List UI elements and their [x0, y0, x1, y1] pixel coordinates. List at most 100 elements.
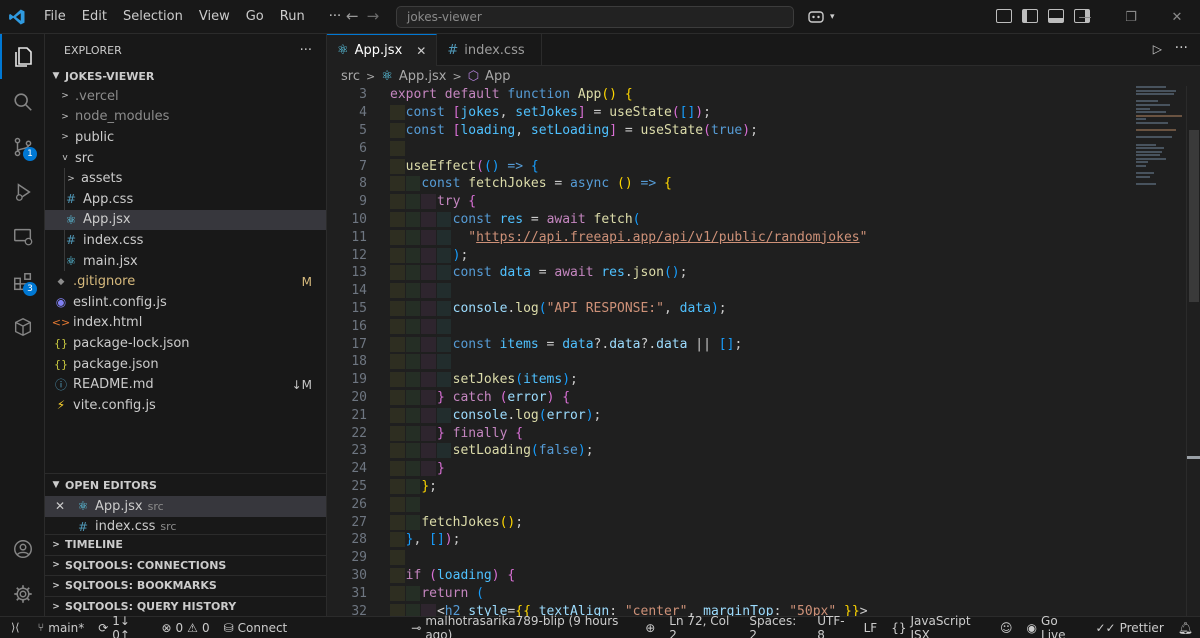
encoding[interactable]: UTF-8 [810, 614, 856, 638]
breadcrumb-symbol[interactable]: App [485, 69, 510, 84]
tree-item-vite-config[interactable]: ⚡ vite.config.js [45, 395, 326, 416]
line-number: 28 [351, 532, 367, 548]
tree-item-node-modules[interactable]: > node_modules [45, 107, 326, 128]
prettier-status[interactable]: ✓✓ Prettier [1089, 617, 1171, 638]
menu-view[interactable]: View [191, 9, 238, 24]
search-activity[interactable] [0, 79, 45, 124]
code-line: 6 [327, 139, 1200, 157]
close-icon[interactable]: ✕ [55, 499, 71, 513]
react-icon: ⚛ [337, 43, 349, 58]
run-debug-activity[interactable] [0, 169, 45, 214]
close-icon[interactable]: ✕ [416, 44, 426, 58]
explorer-activity[interactable] [0, 34, 45, 79]
indentation[interactable]: Spaces: 2 [742, 614, 810, 638]
css-hash-icon: # [447, 42, 459, 58]
project-header[interactable]: ▼ JOKES-VIEWER [45, 66, 326, 86]
menu-run[interactable]: Run [272, 9, 313, 24]
info-icon: ⓘ [54, 378, 67, 393]
tree-item-eslint-config[interactable]: ◉ eslint.config.js [45, 292, 326, 313]
close-window-icon[interactable]: ✕ [1154, 0, 1200, 34]
tree-item-main-jsx[interactable]: ⚛ main.jsx [45, 251, 326, 272]
menu-go[interactable]: Go [238, 9, 272, 24]
tree-item-assets[interactable]: > assets [45, 168, 326, 189]
sync-status[interactable]: ⟳ 1↓ 0↑ [91, 614, 154, 638]
copilot-icon: ☺ [1000, 620, 1013, 635]
forward-arrow-icon[interactable]: → [367, 7, 380, 25]
explorer-more-button[interactable]: ··· [300, 43, 312, 58]
tree-item-package-lock[interactable]: {} package-lock.json [45, 333, 326, 354]
tree-item-index-css[interactable]: # index.css [45, 230, 326, 251]
tree-item-vercel[interactable]: > .vercel [45, 86, 326, 107]
run-debug-icon [15, 182, 31, 201]
line-number: 24 [351, 461, 367, 477]
search-icon [13, 92, 32, 111]
command-center-search[interactable]: jokes-viewer [396, 6, 794, 28]
editor-scrollbar[interactable] [1186, 86, 1200, 616]
menu-file[interactable]: File [36, 9, 74, 24]
run-icon[interactable]: ▷ [1153, 42, 1162, 56]
breadcrumb-file[interactable]: App.jsx [399, 69, 447, 84]
back-arrow-icon[interactable]: ← [346, 7, 359, 25]
branch-label: main* [48, 620, 85, 635]
sqltools-bookmarks-header[interactable]: > SQLTOOLS: BOOKMARKS [45, 575, 326, 596]
manage-activity[interactable] [0, 571, 45, 616]
end-of-line[interactable]: LF [857, 617, 885, 638]
css-hash-icon: # [65, 233, 77, 248]
code-editor[interactable]: 3 export default function App() { 4 const… [327, 86, 1200, 616]
remote-indicator[interactable]: ⟩⟨ [0, 617, 31, 638]
tree-item-index-html[interactable]: <> index.html [45, 313, 326, 334]
tab-app-jsx[interactable]: ⚛ App.jsx ✕ [327, 34, 438, 66]
open-editor-app-jsx[interactable]: ✕ ⚛ App.jsx src [45, 496, 326, 517]
timeline-header[interactable]: > TIMELINE [45, 534, 326, 555]
zoom-icon: ⊕ [645, 620, 656, 635]
minimize-icon[interactable]: — [1062, 0, 1108, 34]
go-live-status[interactable]: ◉ Go Live [1020, 614, 1089, 638]
breadcrumb-src[interactable]: src [341, 69, 360, 84]
database-activity[interactable] [0, 304, 45, 349]
problems-status[interactable]: ⊗ 0 ⚠ 0 [154, 617, 216, 638]
connect-status[interactable]: ⛁ Connect [217, 617, 295, 638]
code-line: 27 fetchJokes(); [327, 513, 1200, 531]
sqltools-query-history-header[interactable]: > SQLTOOLS: QUERY HISTORY [45, 595, 326, 617]
restore-icon[interactable]: ❐ [1108, 0, 1154, 34]
code-line: 14 [327, 282, 1200, 300]
copilot-menu[interactable]: ▾ [808, 6, 852, 28]
tree-item-app-css[interactable]: # App.css [45, 189, 326, 210]
notifications-status[interactable]: 🔔︎ [1171, 617, 1200, 638]
toggle-sidebar-icon[interactable] [1022, 9, 1038, 23]
source-control-activity[interactable]: 1 [0, 124, 45, 169]
tree-item-readme[interactable]: ⓘ README.md ↓M [45, 374, 326, 395]
tree-item-public[interactable]: > public [45, 127, 326, 148]
tree-item-label: App.css [83, 191, 134, 207]
tree-item-app-jsx[interactable]: ⚛ App.jsx [45, 209, 326, 231]
customize-layout-icon[interactable] [996, 9, 1012, 23]
tab-index-css[interactable]: # index.css [437, 34, 542, 66]
chevron-right-icon: > [52, 539, 60, 550]
more-actions-icon[interactable]: ··· [1175, 40, 1188, 56]
line-number: 8 [359, 176, 367, 192]
menu-edit[interactable]: Edit [74, 9, 115, 24]
branch-status[interactable]: ⑂ main* [31, 617, 92, 638]
language-mode[interactable]: {} JavaScript JSX [884, 614, 993, 638]
tree-item-package-json[interactable]: {} package.json [45, 354, 326, 375]
menu-selection[interactable]: Selection [115, 9, 191, 24]
tree-item-label: README.md [73, 377, 154, 393]
menu-more[interactable]: ··· [321, 9, 349, 24]
tree-item-gitignore[interactable]: ◆ .gitignore M [45, 271, 326, 292]
code-line: 16 [327, 317, 1200, 335]
git-blame-status[interactable]: ⊸ malhotrasarika789-blip (9 hours ago) [404, 614, 638, 638]
scrollbar-thumb[interactable] [1189, 130, 1199, 302]
tree-item-src[interactable]: v src [45, 148, 326, 169]
line-number: 10 [351, 211, 367, 227]
minimap[interactable] [1136, 86, 1186, 206]
copilot-status[interactable]: ☺ [993, 617, 1020, 638]
extensions-activity[interactable]: 3 [0, 259, 45, 304]
sqltools-connections-header[interactable]: > SQLTOOLS: CONNECTIONS [45, 554, 326, 576]
line-number: 14 [351, 283, 367, 299]
code-line: 31 return ( [327, 584, 1200, 602]
remote-explorer-activity[interactable] [0, 214, 45, 259]
accounts-activity[interactable] [0, 526, 45, 571]
zoom-status[interactable]: ⊕ [638, 617, 662, 638]
open-editors-header[interactable]: ▼ OPEN EDITORS [45, 474, 326, 496]
cursor-position[interactable]: Ln 72, Col 2 [662, 614, 742, 638]
